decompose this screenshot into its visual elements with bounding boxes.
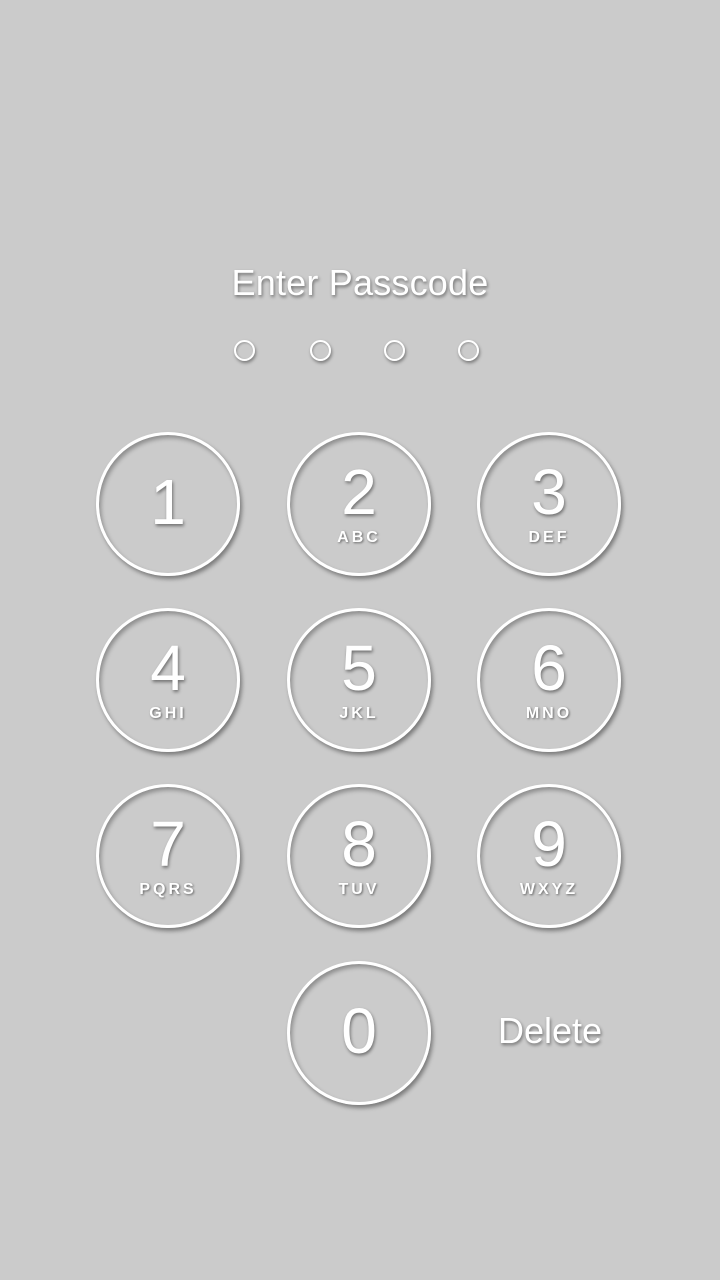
passcode-dot-2 [310,340,331,361]
key-3-digit: 3 [531,456,567,528]
key-6-digit: 6 [531,632,567,704]
key-0-button[interactable]: 0 [287,961,431,1105]
key-7-button[interactable]: 7 PQRS [96,784,240,928]
delete-button[interactable]: Delete [480,1010,620,1052]
passcode-screen: Enter Passcode 1 2 ABC 3 DEF 4 GHI 5 JKL… [0,0,720,1280]
key-0-digit: 0 [341,995,377,1067]
key-7-letters: PQRS [139,881,197,898]
passcode-indicator [234,340,486,366]
key-9-digit: 9 [531,808,567,880]
page-title: Enter Passcode [231,262,489,303]
key-4-letters: GHI [149,705,187,722]
key-1-button[interactable]: 1 [96,432,240,576]
passcode-dot-3 [384,340,405,361]
key-6-letters: MNO [525,705,573,722]
key-5-letters: JKL [339,705,379,722]
passcode-dot-1 [234,340,255,361]
key-9-button[interactable]: 9 WXYZ [477,784,621,928]
key-6-button[interactable]: 6 MNO [477,608,621,752]
key-9-letters: WXYZ [519,881,579,898]
key-4-button[interactable]: 4 GHI [96,608,240,752]
key-3-button[interactable]: 3 DEF [477,432,621,576]
key-2-letters: ABC [337,529,381,546]
key-8-letters: TUV [338,881,380,898]
key-5-button[interactable]: 5 JKL [287,608,431,752]
key-3-letters: DEF [528,529,570,546]
passcode-dot-4 [458,340,479,361]
key-8-digit: 8 [341,808,377,880]
key-7-digit: 7 [150,808,186,880]
key-2-button[interactable]: 2 ABC [287,432,431,576]
key-2-digit: 2 [341,456,377,528]
key-5-digit: 5 [341,632,377,704]
key-1-digit: 1 [150,466,186,538]
key-4-digit: 4 [150,632,186,704]
key-8-button[interactable]: 8 TUV [287,784,431,928]
